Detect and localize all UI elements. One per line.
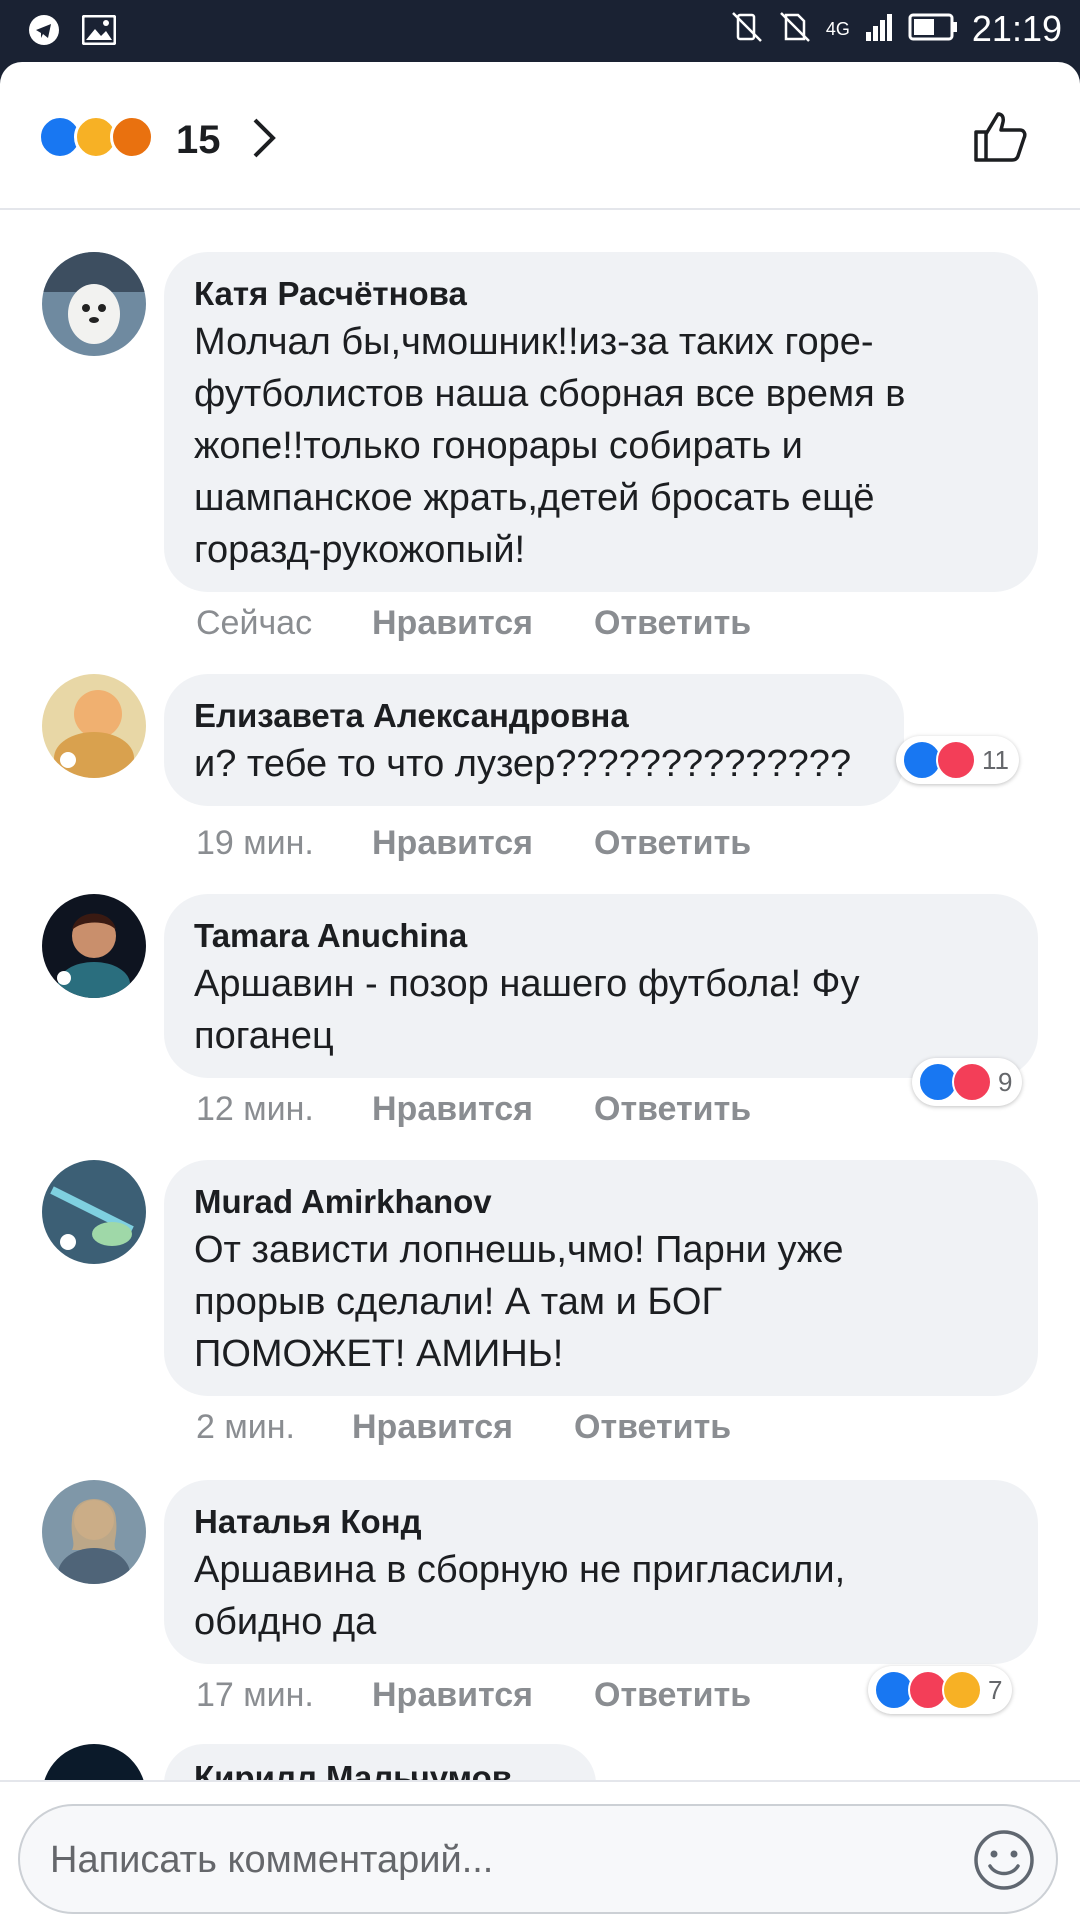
comment-time: 19 мин. xyxy=(196,824,314,862)
comment-composer xyxy=(0,1780,1080,1920)
battery-icon xyxy=(908,12,958,47)
comment-text: Аршавина в сборную не пригласили, обидно… xyxy=(194,1549,846,1643)
comment-bubble[interactable]: Наталья Конд Аршавина в сборную не пригл… xyxy=(164,1480,1038,1664)
comment-like-button[interactable]: Нравится xyxy=(372,824,594,863)
emoji-icon[interactable] xyxy=(972,1828,1036,1897)
comment-text: От зависти лопнешь,чмо! Парни уже прорыв… xyxy=(194,1229,844,1375)
network-type: 4G xyxy=(825,18,850,39)
love-reaction-icon xyxy=(952,1062,992,1102)
comment-bubble[interactable]: Tamara Anuchina Аршавин - позор нашего ф… xyxy=(164,894,1038,1078)
reaction-count: 11 xyxy=(982,744,1009,775)
comment-item: Кирилл Мальчумов xyxy=(0,1744,1080,1784)
reaction-count: 7 xyxy=(988,1674,1003,1705)
telegram-icon xyxy=(28,14,60,51)
avatar[interactable] xyxy=(42,894,146,998)
comment-like-button[interactable]: Нравится xyxy=(372,1090,594,1129)
comment-like-button[interactable]: Нравится xyxy=(372,1676,594,1715)
comment-text: и? тебе то что лузер?????????????? xyxy=(194,743,852,785)
comment-time: 17 мин. xyxy=(196,1676,314,1714)
comment-reactions[interactable]: 9 xyxy=(912,1058,1023,1106)
comment-reply-button[interactable]: Ответить xyxy=(594,1676,751,1715)
comment-author[interactable]: Катя Расчётнова xyxy=(194,272,1008,316)
comment-actions: 19 мин. Нравится Ответить xyxy=(196,824,751,863)
avatar[interactable] xyxy=(42,1744,146,1784)
haha-reaction-icon xyxy=(942,1670,982,1710)
comment-reply-button[interactable]: Ответить xyxy=(594,604,751,643)
comment-bubble[interactable]: Murad Amirkhanov От зависти лопнешь,чмо!… xyxy=(164,1160,1038,1396)
avatar[interactable] xyxy=(42,1480,146,1584)
no-sim-icon xyxy=(778,10,812,49)
reaction-count: 9 xyxy=(998,1066,1013,1097)
comment-reactions[interactable]: 11 xyxy=(896,736,1019,784)
love-reaction-icon xyxy=(936,740,976,780)
reactions-summary[interactable] xyxy=(38,115,154,159)
avatar[interactable] xyxy=(42,252,146,356)
reactions-count[interactable]: 15 xyxy=(176,118,221,163)
comment-bubble[interactable]: Кирилл Мальчумов xyxy=(164,1744,596,1784)
comment-author[interactable]: Tamara Anuchina xyxy=(194,914,1008,958)
comment-time: 2 мин. xyxy=(196,1408,295,1446)
comment-actions: Сейчас Нравится Ответить xyxy=(196,604,751,643)
mute-icon xyxy=(730,10,764,49)
comment-bubble[interactable]: Катя Расчётнова Молчал бы,чмошник!!из-за… xyxy=(164,252,1038,592)
comment-reply-button[interactable]: Ответить xyxy=(594,1090,751,1129)
avatar[interactable] xyxy=(42,674,146,778)
comment-reactions[interactable]: 7 xyxy=(868,1666,1013,1714)
comment-like-button[interactable]: Нравится xyxy=(352,1408,574,1447)
signal-icon xyxy=(864,12,894,47)
comment-actions: 2 мин. Нравится Ответить xyxy=(196,1408,731,1447)
gallery-icon xyxy=(81,14,117,50)
comments-sheet: 15 Катя Расчётнова Молчал бы,чмошник!!из… xyxy=(0,62,1080,1920)
comment-bubble[interactable]: Елизавета Александровна и? тебе то что л… xyxy=(164,674,904,806)
angry-reaction-icon xyxy=(110,115,154,159)
status-bar: 4G 21:19 xyxy=(0,0,1080,62)
comment-actions: 17 мин. Нравится Ответить xyxy=(196,1676,751,1715)
clock: 21:19 xyxy=(971,8,1062,49)
comment-text: Аршавин - позор нашего футбола! Фу поган… xyxy=(194,963,860,1057)
comment-time: Сейчас xyxy=(196,604,313,642)
comment-input-box[interactable] xyxy=(18,1804,1058,1914)
comment-reply-button[interactable]: Ответить xyxy=(574,1408,731,1447)
comment-author[interactable]: Murad Amirkhanov xyxy=(194,1180,1008,1224)
comment-time: 12 мин. xyxy=(196,1090,314,1128)
comment-input[interactable] xyxy=(50,1832,950,1888)
comment-actions: 12 мин. Нравится Ответить xyxy=(196,1090,751,1129)
comment-author[interactable]: Наталья Конд xyxy=(194,1500,1008,1544)
comment-like-button[interactable]: Нравится xyxy=(372,604,594,643)
comment-reply-button[interactable]: Ответить xyxy=(594,824,751,863)
chevron-right-icon[interactable] xyxy=(250,116,278,165)
comment-author[interactable]: Елизавета Александровна xyxy=(194,694,874,738)
comment-text: Молчал бы,чмошник!!из-за таких горе- фут… xyxy=(194,321,906,571)
reactions-header: 15 xyxy=(0,62,1080,210)
avatar[interactable] xyxy=(42,1160,146,1264)
like-button[interactable] xyxy=(972,108,1028,169)
